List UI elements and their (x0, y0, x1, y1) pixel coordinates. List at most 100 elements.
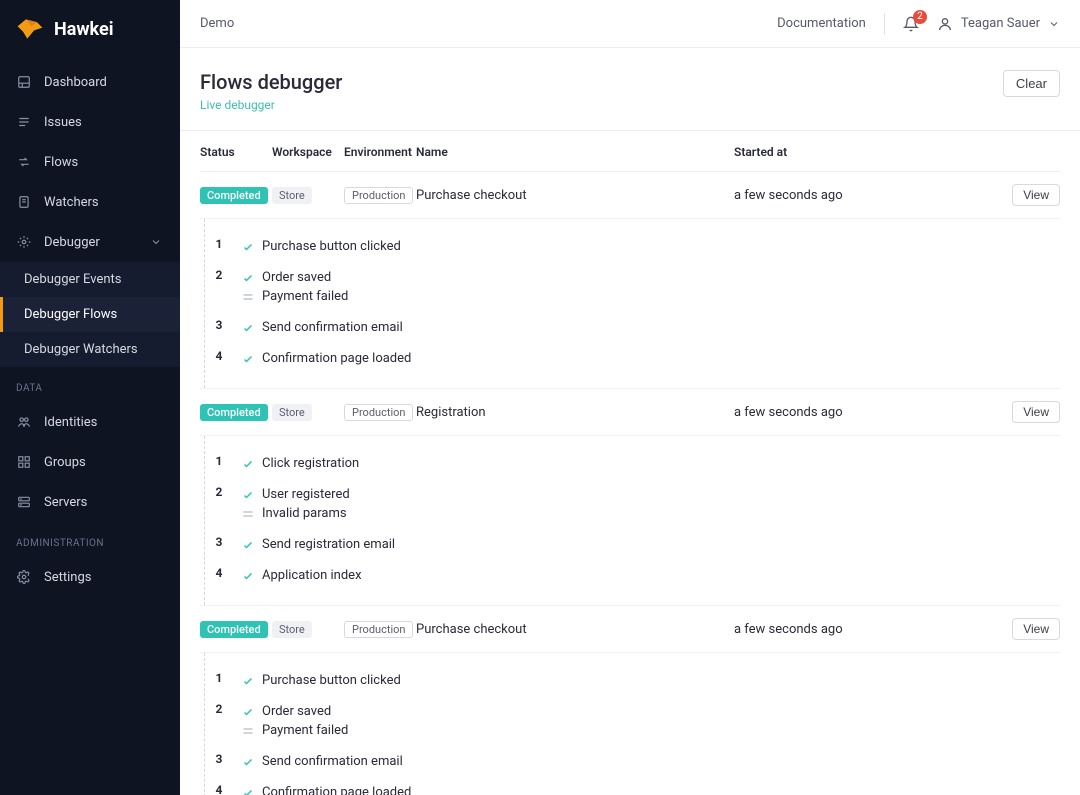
flow-row: Completed Store Production Registration … (200, 389, 1060, 436)
step: 3 Send confirmation email (214, 746, 1060, 777)
status-badge: Completed (200, 404, 268, 421)
sidebar-item-label: Dashboard (44, 75, 107, 90)
step-event: Order saved (242, 702, 348, 721)
step: 3 Send confirmation email (214, 312, 1060, 343)
col-name: Name (416, 145, 734, 159)
brand[interactable]: Hawkei (0, 0, 180, 62)
step-event-text: Send registration email (262, 537, 395, 552)
user-icon (937, 16, 953, 32)
step-event: Click registration (242, 454, 359, 473)
page-title: Flows debugger (200, 70, 342, 94)
step-event-text: Send confirmation email (262, 754, 403, 769)
flow-steps: 1 Click registration 2 User registeredIn… (200, 436, 1060, 606)
table-header: Status Workspace Environment Name Starte… (200, 131, 1060, 172)
sidebar-sub-debugger-events[interactable]: Debugger Events (0, 262, 180, 297)
sidebar-item-identities[interactable]: Identities (0, 402, 180, 442)
brand-logo-icon (16, 18, 44, 40)
flow-started: a few seconds ago (734, 405, 1004, 420)
sidebar-item-label: Watchers (44, 195, 99, 210)
documentation-link[interactable]: Documentation (777, 16, 866, 31)
flow-name: Purchase checkout (416, 188, 734, 203)
step: 1 Purchase button clicked (214, 665, 1060, 696)
watchers-icon (16, 194, 32, 210)
step: 3 Send registration email (214, 529, 1060, 560)
workspace-badge: Store (272, 404, 312, 421)
check-icon (242, 353, 254, 365)
sidebar-item-watchers[interactable]: Watchers (0, 182, 180, 222)
user-name: Teagan Sauer (961, 16, 1040, 31)
step: 2 User registeredInvalid params (214, 479, 1060, 529)
check-icon (242, 458, 254, 470)
gear-icon (16, 569, 32, 585)
sidebar-item-label: Identities (44, 415, 97, 430)
step-event: Payment failed (242, 721, 348, 740)
main: Demo Documentation 2 Teagan Sauer Flows … (180, 0, 1080, 795)
check-icon (242, 489, 254, 501)
check-icon (242, 570, 254, 582)
issue-icon (242, 508, 254, 520)
sidebar-item-settings[interactable]: Settings (0, 557, 180, 597)
step: 2 Order saved Payment failed (214, 696, 1060, 746)
step: 4 Confirmation page loaded (214, 343, 1060, 374)
page-header: Flows debugger Live debugger Clear (180, 48, 1080, 131)
page-subtitle: Live debugger (200, 98, 342, 112)
flow-name: Registration (416, 405, 734, 420)
sidebar-item-flows[interactable]: Flows (0, 142, 180, 182)
flow-started: a few seconds ago (734, 622, 1004, 637)
step-event: Invalid params (242, 504, 350, 523)
sidebar-item-debugger[interactable]: Debugger (0, 222, 180, 262)
step-number: 1 (212, 454, 226, 468)
view-button[interactable]: View (1012, 618, 1060, 640)
sidebar-item-issues[interactable]: Issues (0, 102, 180, 142)
clear-button[interactable]: Clear (1003, 70, 1060, 97)
step-number: 4 (212, 783, 226, 795)
check-icon (242, 322, 254, 334)
step-event-text: Purchase button clicked (262, 673, 401, 688)
flow-name: Purchase checkout (416, 622, 734, 637)
step-number: 2 (212, 702, 226, 716)
sidebar-section-data: DATA (0, 367, 180, 402)
topbar: Demo Documentation 2 Teagan Sauer (180, 0, 1080, 48)
workspace-badge: Store (272, 187, 312, 204)
flow-row: Completed Store Production Purchase chec… (200, 606, 1060, 653)
step-event: Send registration email (242, 535, 395, 554)
check-icon (242, 675, 254, 687)
step-number: 1 (212, 237, 226, 251)
topbar-divider (884, 13, 885, 35)
step-number: 1 (212, 671, 226, 685)
step-event-text: Payment failed (262, 289, 348, 304)
status-badge: Completed (200, 621, 268, 638)
sidebar-sub-debugger-watchers[interactable]: Debugger Watchers (0, 332, 180, 367)
view-button[interactable]: View (1012, 401, 1060, 423)
step-event-text: Invalid params (262, 506, 347, 521)
step-number: 3 (212, 318, 226, 332)
step-event-text: Order saved (262, 270, 331, 285)
sidebar-item-label: Flows (44, 155, 78, 170)
sidebar-item-servers[interactable]: Servers (0, 482, 180, 522)
step-event: Application index (242, 566, 362, 585)
sidebar-item-label: Servers (44, 495, 87, 510)
notifications-button[interactable]: 2 (903, 16, 919, 32)
issue-icon (242, 291, 254, 303)
identities-icon (16, 414, 32, 430)
step-event-text: Order saved (262, 704, 331, 719)
flow-steps: 1 Purchase button clicked 2 Order savedP… (200, 219, 1060, 389)
col-action (1004, 145, 1060, 159)
project-name[interactable]: Demo (200, 16, 234, 31)
step-event: Payment failed (242, 287, 348, 306)
step-event-text: Confirmation page loaded (262, 351, 411, 366)
chevron-down-icon (1048, 18, 1060, 30)
col-started: Started at (734, 145, 1004, 159)
view-button[interactable]: View (1012, 184, 1060, 206)
sidebar-item-dashboard[interactable]: Dashboard (0, 62, 180, 102)
step-number: 2 (212, 485, 226, 499)
step-number: 2 (212, 268, 226, 282)
sidebar-sub-debugger-flows[interactable]: Debugger Flows (0, 297, 180, 332)
environment-badge: Production (344, 621, 413, 638)
issue-icon (242, 725, 254, 737)
issues-icon (16, 114, 32, 130)
environment-badge: Production (344, 404, 413, 421)
sidebar-item-groups[interactable]: Groups (0, 442, 180, 482)
user-menu[interactable]: Teagan Sauer (937, 16, 1060, 32)
col-workspace: Workspace (272, 145, 344, 159)
